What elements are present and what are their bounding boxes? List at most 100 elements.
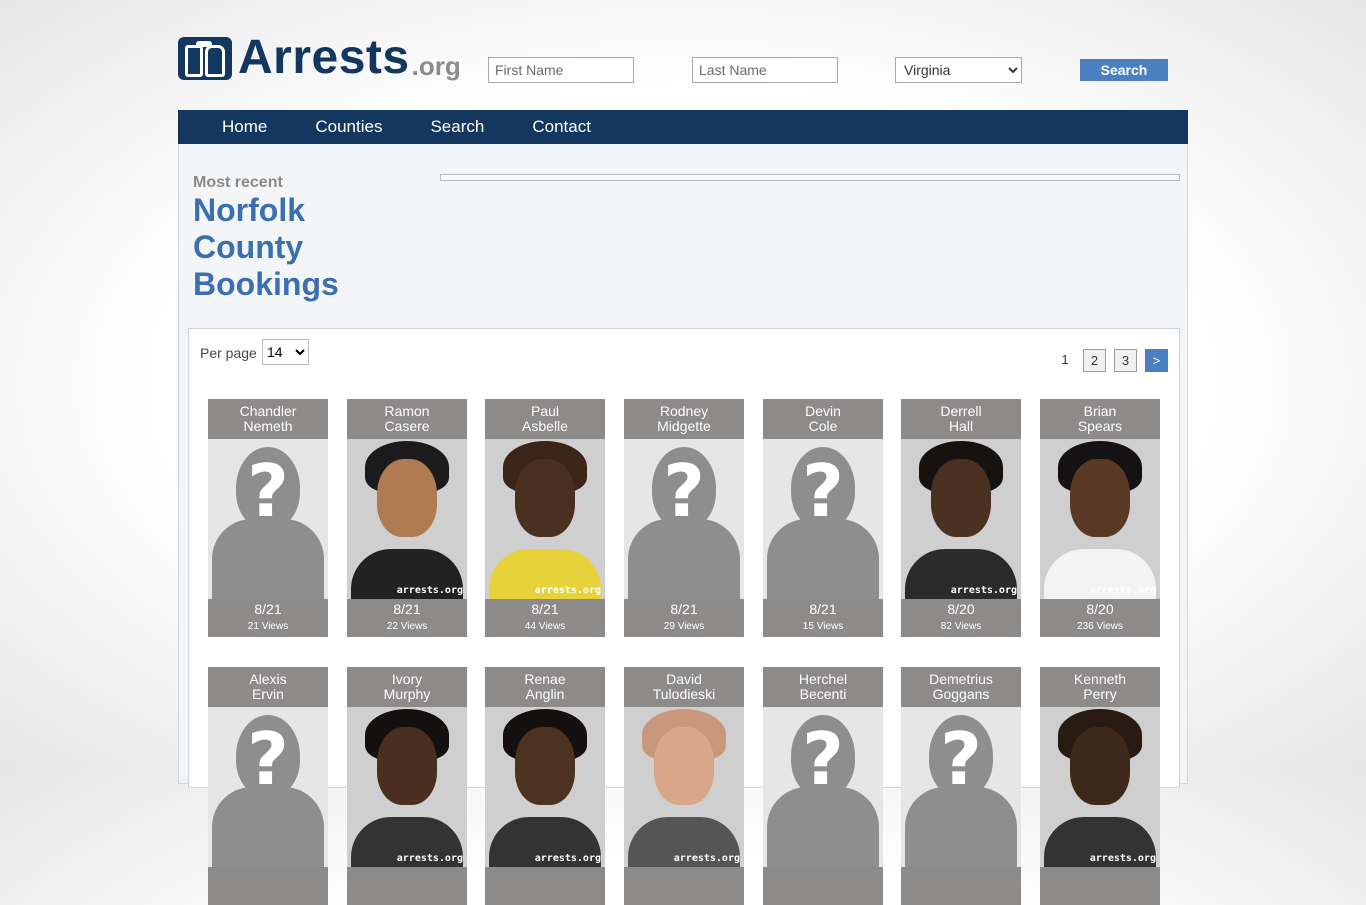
question-mark-icon: ? xyxy=(802,717,844,801)
no-photo-silhouette[interactable]: ? xyxy=(901,707,1021,867)
booking-card[interactable]: Chandler Nemeth? 8/21 21 Views xyxy=(208,399,328,637)
first-name: Brian xyxy=(1083,403,1117,419)
watermark: arrests.org xyxy=(1089,853,1156,864)
booking-date: 8/21 xyxy=(531,601,559,617)
booking-name[interactable]: Derrell Hall xyxy=(901,399,1021,439)
mugshot-photo[interactable]: arrests.org xyxy=(347,707,467,867)
booking-card[interactable]: Alexis Ervin? xyxy=(208,667,328,905)
first-name: Ramon xyxy=(384,403,430,419)
question-mark-icon: ? xyxy=(247,449,289,533)
mugshot-face xyxy=(377,727,437,805)
next-page-button[interactable]: > xyxy=(1145,349,1168,372)
booking-card[interactable]: Derrell Hall arrests.org 8/20 82 Views xyxy=(901,399,1021,637)
view-count: 15 Views xyxy=(802,621,844,632)
booking-name[interactable]: Kenneth Perry xyxy=(1040,667,1160,707)
pagination: 1 2 3 > xyxy=(1055,349,1168,372)
watermark: arrests.org xyxy=(534,853,601,864)
mugshot-photo[interactable]: arrests.org xyxy=(624,707,744,867)
no-photo-silhouette[interactable]: ? xyxy=(208,707,328,867)
site-logo[interactable]: Arrests .org xyxy=(178,31,461,84)
view-count: 82 Views xyxy=(940,621,982,632)
booking-card[interactable]: David Tulodieski arrests.org xyxy=(624,667,744,905)
booking-card[interactable]: Ramon Casere arrests.org 8/21 22 Views xyxy=(347,399,467,637)
booking-name[interactable]: Renae Anglin xyxy=(485,667,605,707)
booking-name[interactable]: Chandler Nemeth xyxy=(208,399,328,439)
first-name: Paul xyxy=(530,403,560,419)
booking-card[interactable]: Paul Asbelle arrests.org 8/21 44 Views xyxy=(485,399,605,637)
first-name: Alexis xyxy=(249,671,287,687)
booking-name[interactable]: Rodney Midgette xyxy=(624,399,744,439)
mugshot-photo[interactable]: arrests.org xyxy=(485,707,605,867)
first-name: Ivory xyxy=(391,671,423,687)
booking-card[interactable]: Brian Spears arrests.org 8/20 236 Views xyxy=(1040,399,1160,637)
last-name: Murphy xyxy=(383,686,431,702)
first-name: Derrell xyxy=(940,403,982,419)
first-name: David xyxy=(666,671,702,687)
mugshot-face xyxy=(654,727,714,805)
booking-date: 8/21 xyxy=(670,601,698,617)
mugshot-photo[interactable]: arrests.org xyxy=(347,439,467,599)
view-count: 21 Views xyxy=(247,621,289,632)
booking-name[interactable]: Herchel Becenti xyxy=(763,667,883,707)
booking-card[interactable]: Kenneth Perry arrests.org xyxy=(1040,667,1160,905)
booking-card[interactable]: Herchel Becenti? xyxy=(763,667,883,905)
booking-card[interactable]: Devin Cole? 8/21 15 Views xyxy=(763,399,883,637)
nav-contact[interactable]: Contact xyxy=(508,110,615,144)
nav-search[interactable]: Search xyxy=(406,110,508,144)
nav-home[interactable]: Home xyxy=(178,110,291,144)
mugshot-photo[interactable]: arrests.org xyxy=(485,439,605,599)
mugshot-face xyxy=(1070,727,1130,805)
first-name: Devin xyxy=(805,403,841,419)
last-name: Nemeth xyxy=(243,418,293,434)
ad-banner-area xyxy=(440,174,1180,181)
last-name-input[interactable] xyxy=(692,57,838,83)
view-count: 236 Views xyxy=(1077,621,1123,632)
section-subtitle: Most recent xyxy=(193,174,283,191)
first-name: Chandler xyxy=(239,403,297,419)
booking-name[interactable]: Brian Spears xyxy=(1040,399,1160,439)
booking-date: 8/20 xyxy=(947,601,975,617)
per-page-select[interactable]: 14 xyxy=(262,339,309,365)
no-photo-silhouette[interactable]: ? xyxy=(763,439,883,599)
page-title: Norfolk County Bookings xyxy=(193,192,339,302)
last-name: Tulodieski xyxy=(652,686,716,702)
state-select[interactable]: Virginia xyxy=(895,57,1022,83)
booking-card[interactable]: Renae Anglin arrests.org xyxy=(485,667,605,905)
mugshot-face xyxy=(377,459,437,537)
mugshot-photo[interactable]: arrests.org xyxy=(901,439,1021,599)
last-name: Spears xyxy=(1077,418,1123,434)
last-name: Midgette xyxy=(657,418,711,434)
no-photo-silhouette[interactable]: ? xyxy=(208,439,328,599)
booking-card[interactable]: Rodney Midgette? 8/21 29 Views xyxy=(624,399,744,637)
nav-counties[interactable]: Counties xyxy=(291,110,406,144)
no-photo-silhouette[interactable]: ? xyxy=(624,439,744,599)
booking-date: 8/21 xyxy=(393,601,421,617)
mugshot-photo[interactable]: arrests.org xyxy=(1040,439,1160,599)
logo-suffix: .org xyxy=(411,51,461,81)
mugshot-photo[interactable]: arrests.org xyxy=(1040,707,1160,867)
booking-name[interactable]: David Tulodieski xyxy=(624,667,744,707)
booking-name[interactable]: Demetrius Goggans xyxy=(901,667,1021,707)
booking-name[interactable]: Alexis Ervin xyxy=(208,667,328,707)
booking-name[interactable]: Ivory Murphy xyxy=(347,667,467,707)
booking-name[interactable]: Devin Cole xyxy=(763,399,883,439)
content-panel: Most recent Norfolk County Bookings Per … xyxy=(178,144,1188,905)
no-photo-silhouette[interactable]: ? xyxy=(763,707,883,867)
question-mark-icon: ? xyxy=(663,449,705,533)
booking-name[interactable]: Paul Asbelle xyxy=(485,399,605,439)
page-2-button[interactable]: 2 xyxy=(1083,349,1106,372)
booking-name[interactable]: Ramon Casere xyxy=(347,399,467,439)
last-name: Anglin xyxy=(525,686,565,702)
last-name: Perry xyxy=(1083,686,1117,702)
mugshot-face xyxy=(931,459,991,537)
results-box: Per page 14 1 2 3 > Chandler Nemeth? 8/21 2… xyxy=(188,328,1180,905)
booking-card[interactable]: Ivory Murphy arrests.org xyxy=(347,667,467,905)
booking-card[interactable]: Demetrius Goggans? xyxy=(901,667,1021,905)
page-3-button[interactable]: 3 xyxy=(1114,349,1137,372)
first-name-input[interactable] xyxy=(488,57,634,83)
logo-text: Arrests xyxy=(238,31,410,84)
search-button[interactable]: Search xyxy=(1080,59,1168,81)
view-count: 22 Views xyxy=(386,621,428,632)
last-name: Hall xyxy=(948,418,974,434)
view-count: 29 Views xyxy=(663,621,705,632)
